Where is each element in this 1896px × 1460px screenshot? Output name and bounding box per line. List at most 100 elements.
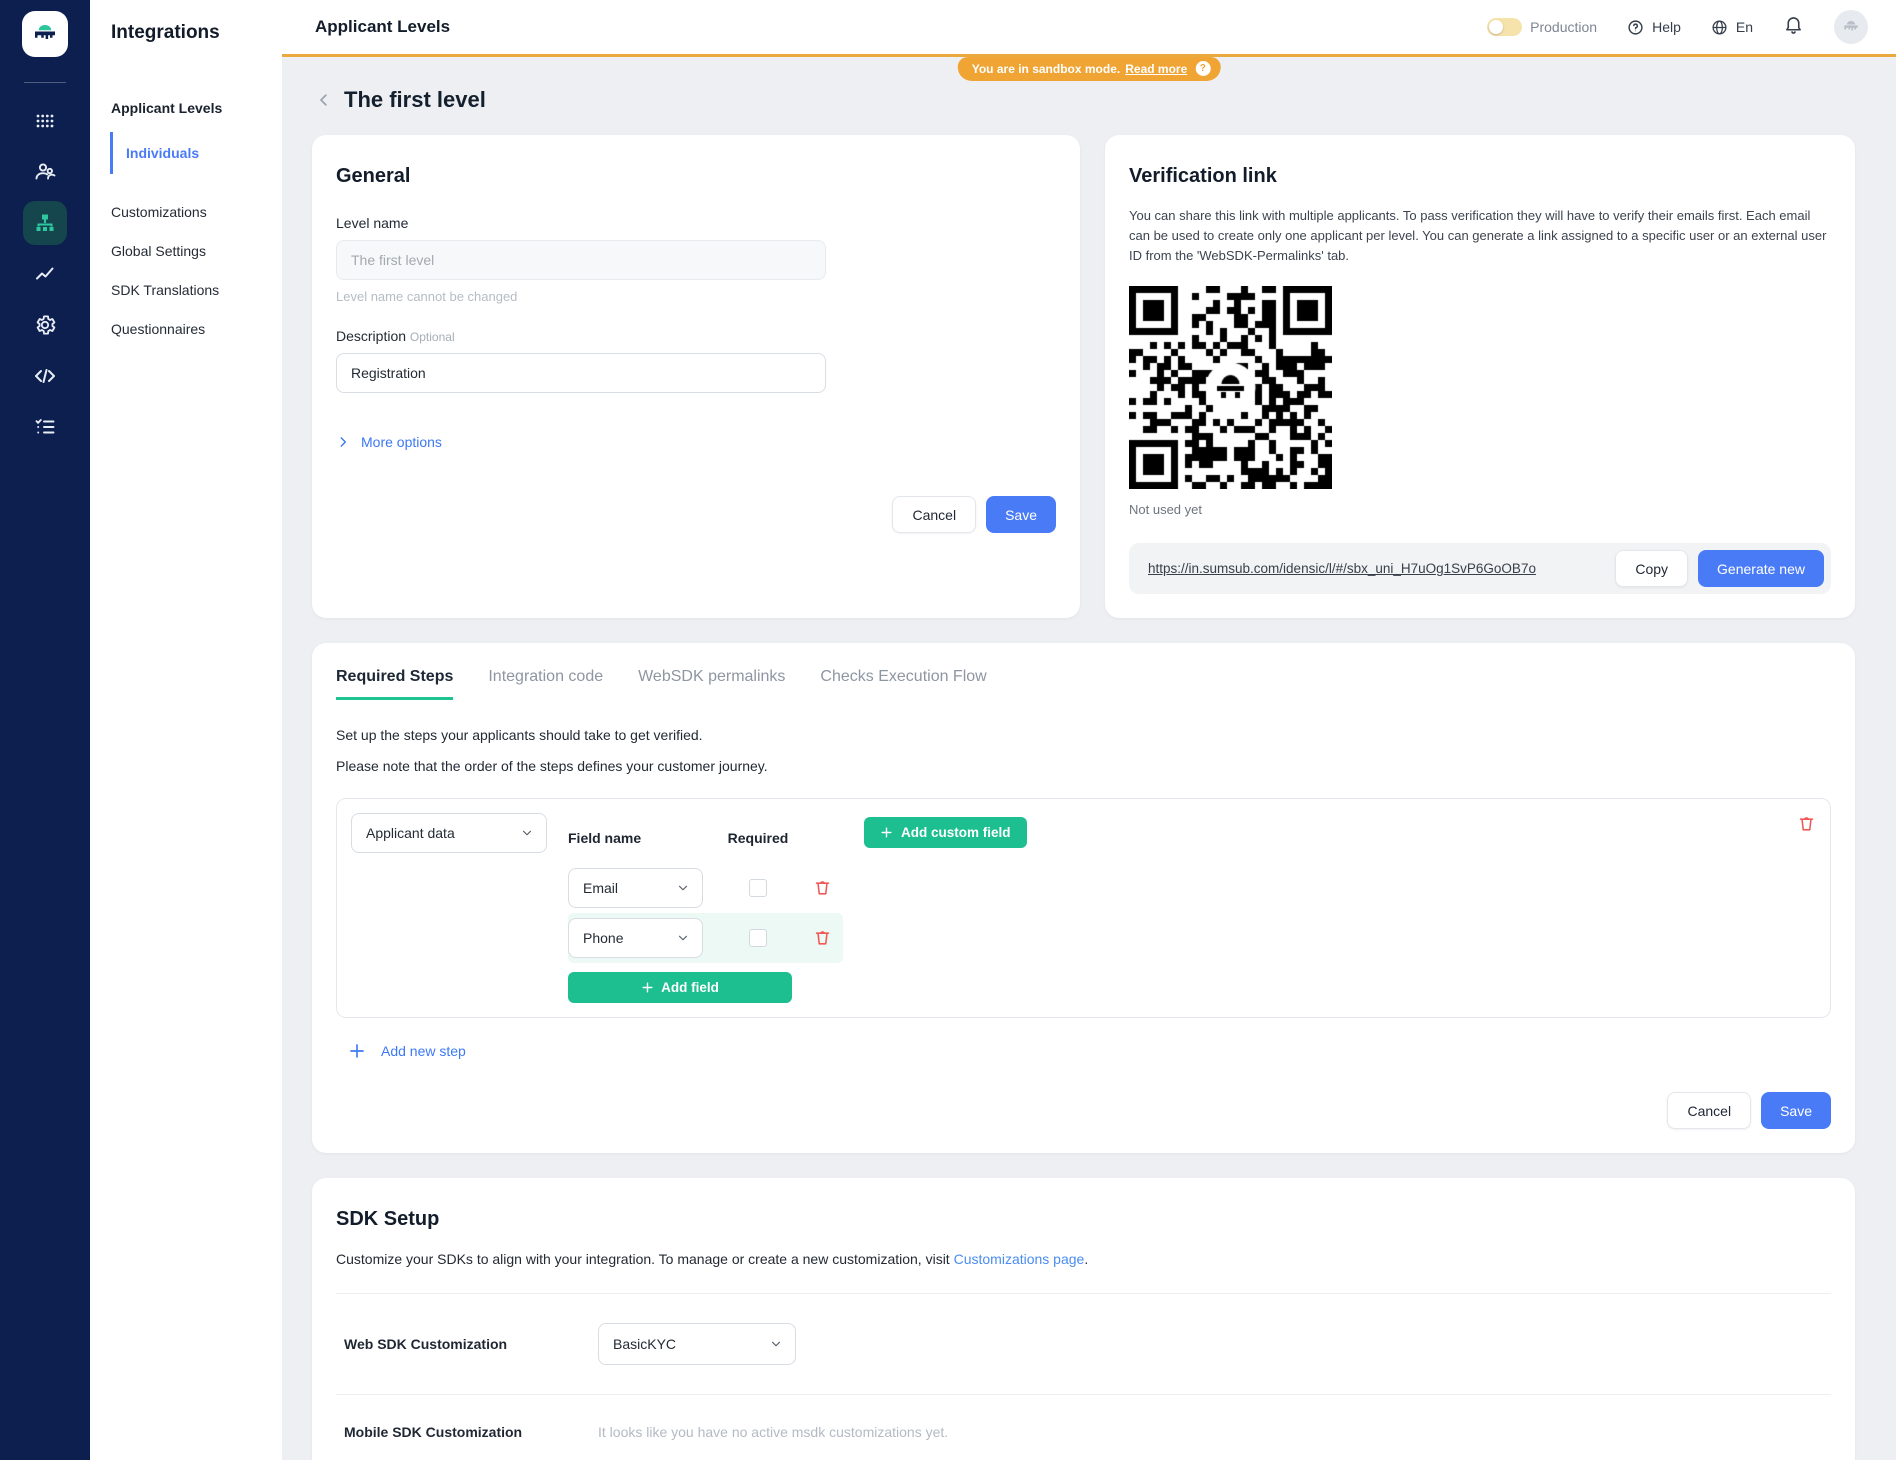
email-required-checkbox[interactable] xyxy=(749,879,767,897)
plus-icon xyxy=(880,826,893,839)
back-button[interactable] xyxy=(314,90,334,110)
step-box: Applicant data Field name Required Email xyxy=(336,798,1831,1018)
tabs: Required Steps Integration code WebSDK p… xyxy=(336,668,1831,700)
general-cancel-button[interactable]: Cancel xyxy=(892,496,976,533)
language-label: En xyxy=(1736,19,1753,35)
mobile-sdk-empty-text: It looks like you have no active msdk cu… xyxy=(598,1424,948,1440)
chart-icon[interactable] xyxy=(23,252,67,296)
subnav-item-global-settings[interactable]: Global Settings xyxy=(111,243,268,259)
subnav-item-sdk-translations[interactable]: SDK Translations xyxy=(111,282,268,298)
tab-required-steps[interactable]: Required Steps xyxy=(336,668,453,700)
steps-card-actions: Cancel Save xyxy=(336,1092,1831,1129)
field-row-phone: Phone xyxy=(568,913,843,963)
help-button[interactable]: Help xyxy=(1627,19,1681,36)
add-field-button[interactable]: Add field xyxy=(568,972,792,1003)
description-input[interactable] xyxy=(336,353,826,393)
header-controls: Production Help En xyxy=(1487,10,1868,44)
plus-icon xyxy=(348,1042,366,1060)
verification-link-card: Verification link You can share this lin… xyxy=(1105,135,1855,618)
verification-description: You can share this link with multiple ap… xyxy=(1129,206,1831,266)
sumsub-logo[interactable] xyxy=(22,11,68,57)
sandbox-read-more-link[interactable]: Read more xyxy=(1125,62,1187,76)
gear-icon[interactable] xyxy=(23,303,67,347)
phone-required-checkbox[interactable] xyxy=(749,929,767,947)
subnav: Integrations Applicant Levels Individual… xyxy=(90,0,282,1460)
icon-rail xyxy=(0,0,90,1460)
mobile-sdk-label: Mobile SDK Customization xyxy=(344,1424,598,1440)
step-type-select[interactable]: Applicant data xyxy=(351,813,547,853)
checklist-icon[interactable] xyxy=(23,405,67,449)
hierarchy-icon[interactable] xyxy=(23,201,67,245)
chevron-left-icon xyxy=(315,91,333,109)
mobile-sdk-row: Mobile SDK Customization It looks like y… xyxy=(336,1394,1831,1460)
help-icon xyxy=(1627,19,1644,36)
web-sdk-customization-select[interactable]: BasicKYC xyxy=(598,1323,796,1365)
sdk-card-title: SDK Setup xyxy=(336,1208,1831,1231)
description-label-text: Description xyxy=(336,328,406,344)
subnav-item-individuals[interactable]: Individuals xyxy=(110,132,268,174)
people-icon[interactable] xyxy=(23,150,67,194)
field-row-email: Email xyxy=(568,863,843,913)
toggle-knob xyxy=(1489,20,1503,34)
level-name-input xyxy=(336,240,826,280)
steps-cancel-button[interactable]: Cancel xyxy=(1667,1092,1751,1129)
chevron-down-icon xyxy=(676,881,690,895)
chevron-down-icon xyxy=(520,826,534,840)
plus-icon xyxy=(641,981,654,994)
subnav-item-questionnaires[interactable]: Questionnaires xyxy=(111,321,268,337)
sdk-description-text: Customize your SDKs to align with your i… xyxy=(336,1251,954,1267)
main-column: Applicant Levels Production Help xyxy=(282,0,1896,1460)
phone-field-select[interactable]: Phone xyxy=(568,918,703,958)
field-name-header: Field name xyxy=(568,818,703,858)
trash-icon xyxy=(813,928,832,947)
web-sdk-row: Web SDK Customization BasicKYC xyxy=(336,1293,1831,1394)
fields-column: Field name Required Email xyxy=(568,813,843,1003)
steps-save-button[interactable]: Save xyxy=(1761,1092,1831,1129)
verification-link-row: https://in.sumsub.com/idensic/l/#/sbx_un… xyxy=(1129,543,1831,594)
tab-integration-code[interactable]: Integration code xyxy=(488,668,603,700)
tab-websdk-permalinks[interactable]: WebSDK permalinks xyxy=(638,668,785,700)
email-field-select[interactable]: Email xyxy=(568,868,703,908)
add-custom-field-button[interactable]: Add custom field xyxy=(864,817,1027,848)
page-head: The first level xyxy=(314,87,1855,113)
web-sdk-value: BasicKYC xyxy=(613,1336,676,1352)
step-delete-icon[interactable] xyxy=(1797,814,1817,834)
verification-card-title: Verification link xyxy=(1129,165,1831,188)
top-cards-row: General Level name Level name cannot be … xyxy=(312,135,1855,618)
sandbox-question-icon[interactable]: ? xyxy=(1195,61,1210,76)
page-title: The first level xyxy=(344,87,486,113)
chevron-down-icon xyxy=(676,931,690,945)
required-steps-card: Required Steps Integration code WebSDK p… xyxy=(312,643,1855,1153)
apps-grid-icon[interactable] xyxy=(23,99,67,143)
add-new-step-button[interactable]: Add new step xyxy=(348,1042,466,1060)
avatar-robot-icon xyxy=(1841,17,1861,37)
code-icon[interactable] xyxy=(23,354,67,398)
notifications-button[interactable] xyxy=(1783,14,1804,40)
sdk-description-suffix: . xyxy=(1084,1251,1088,1267)
bell-icon xyxy=(1783,14,1804,35)
more-options-toggle[interactable]: More options xyxy=(336,434,442,450)
user-avatar[interactable] xyxy=(1834,10,1868,44)
email-delete-icon[interactable] xyxy=(813,878,833,898)
copy-link-button[interactable]: Copy xyxy=(1615,550,1688,587)
subnav-section-applicant-levels[interactable]: Applicant Levels xyxy=(111,100,268,116)
general-card-title: General xyxy=(336,165,1056,188)
fields-header-row: Field name Required xyxy=(568,813,843,863)
subnav-item-customizations[interactable]: Customizations xyxy=(111,204,268,220)
content-area: The first level General Level name Level… xyxy=(282,57,1896,1460)
general-card-actions: Cancel Save xyxy=(336,496,1056,533)
subnav-title: Integrations xyxy=(111,22,268,44)
verification-link-url[interactable]: https://in.sumsub.com/idensic/l/#/sbx_un… xyxy=(1148,561,1605,576)
phone-delete-icon[interactable] xyxy=(813,928,833,948)
steps-intro-2: Please note that the order of the steps … xyxy=(336,758,1831,774)
description-optional-text: Optional xyxy=(410,330,455,344)
add-new-step-label: Add new step xyxy=(381,1043,466,1059)
language-selector[interactable]: En xyxy=(1711,19,1753,36)
customizations-page-link[interactable]: Customizations page xyxy=(954,1251,1085,1267)
production-toggle[interactable] xyxy=(1487,18,1522,36)
general-save-button[interactable]: Save xyxy=(986,496,1056,533)
tab-checks-execution-flow[interactable]: Checks Execution Flow xyxy=(820,668,986,700)
generate-new-button[interactable]: Generate new xyxy=(1698,550,1824,587)
level-name-help: Level name cannot be changed xyxy=(336,289,1056,304)
app-root: Integrations Applicant Levels Individual… xyxy=(0,0,1896,1460)
